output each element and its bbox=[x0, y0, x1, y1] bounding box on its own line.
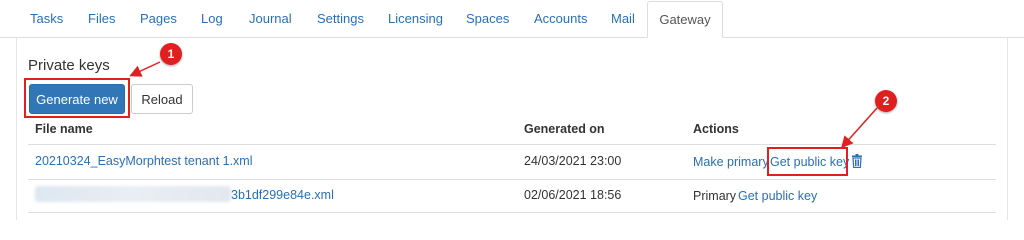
table-row-divider bbox=[28, 179, 996, 180]
callout-box-2 bbox=[767, 147, 848, 176]
tab-accounts[interactable]: Accounts bbox=[534, 0, 587, 37]
section-title: Private keys bbox=[28, 57, 110, 74]
primary-status-label: Primary bbox=[693, 189, 737, 203]
callout-box-1 bbox=[24, 78, 130, 118]
tab-pages[interactable]: Pages bbox=[140, 0, 177, 37]
tab-mail[interactable]: Mail bbox=[611, 0, 635, 37]
tab-spaces[interactable]: Spaces bbox=[466, 0, 509, 37]
tab-tasks[interactable]: Tasks bbox=[30, 0, 63, 37]
annotation-badge-1: 1 bbox=[160, 43, 182, 65]
column-header-generated-on: Generated on bbox=[524, 122, 605, 136]
reload-button[interactable]: Reload bbox=[131, 84, 193, 114]
annotation-badge-2: 2 bbox=[875, 90, 897, 112]
column-header-actions: Actions bbox=[693, 122, 739, 136]
file-name-link[interactable]: 3b1df299e84e.xml bbox=[231, 188, 334, 202]
tab-log[interactable]: Log bbox=[201, 0, 223, 37]
get-public-key-link[interactable]: Get public key bbox=[738, 189, 817, 203]
column-header-file-name: File name bbox=[35, 122, 93, 136]
make-primary-link[interactable]: Make primary bbox=[693, 155, 769, 169]
tab-gateway[interactable]: Gateway bbox=[647, 1, 723, 38]
tab-journal[interactable]: Journal bbox=[249, 0, 292, 37]
trash-icon[interactable] bbox=[851, 154, 863, 168]
tab-settings[interactable]: Settings bbox=[317, 0, 364, 37]
table-row-divider bbox=[28, 212, 996, 213]
file-name-link[interactable]: 20210324_EasyMorphtest tenant 1.xml bbox=[35, 154, 253, 168]
generated-on-value: 24/03/2021 23:00 bbox=[524, 154, 622, 168]
tab-files[interactable]: Files bbox=[88, 0, 115, 37]
tab-bar: Tasks Files Pages Log Journal Settings L… bbox=[0, 0, 1024, 38]
table-header-divider bbox=[28, 144, 996, 145]
blurred-filename-prefix bbox=[35, 186, 231, 202]
tab-licensing[interactable]: Licensing bbox=[388, 0, 443, 37]
generated-on-value: 02/06/2021 18:56 bbox=[524, 188, 622, 202]
